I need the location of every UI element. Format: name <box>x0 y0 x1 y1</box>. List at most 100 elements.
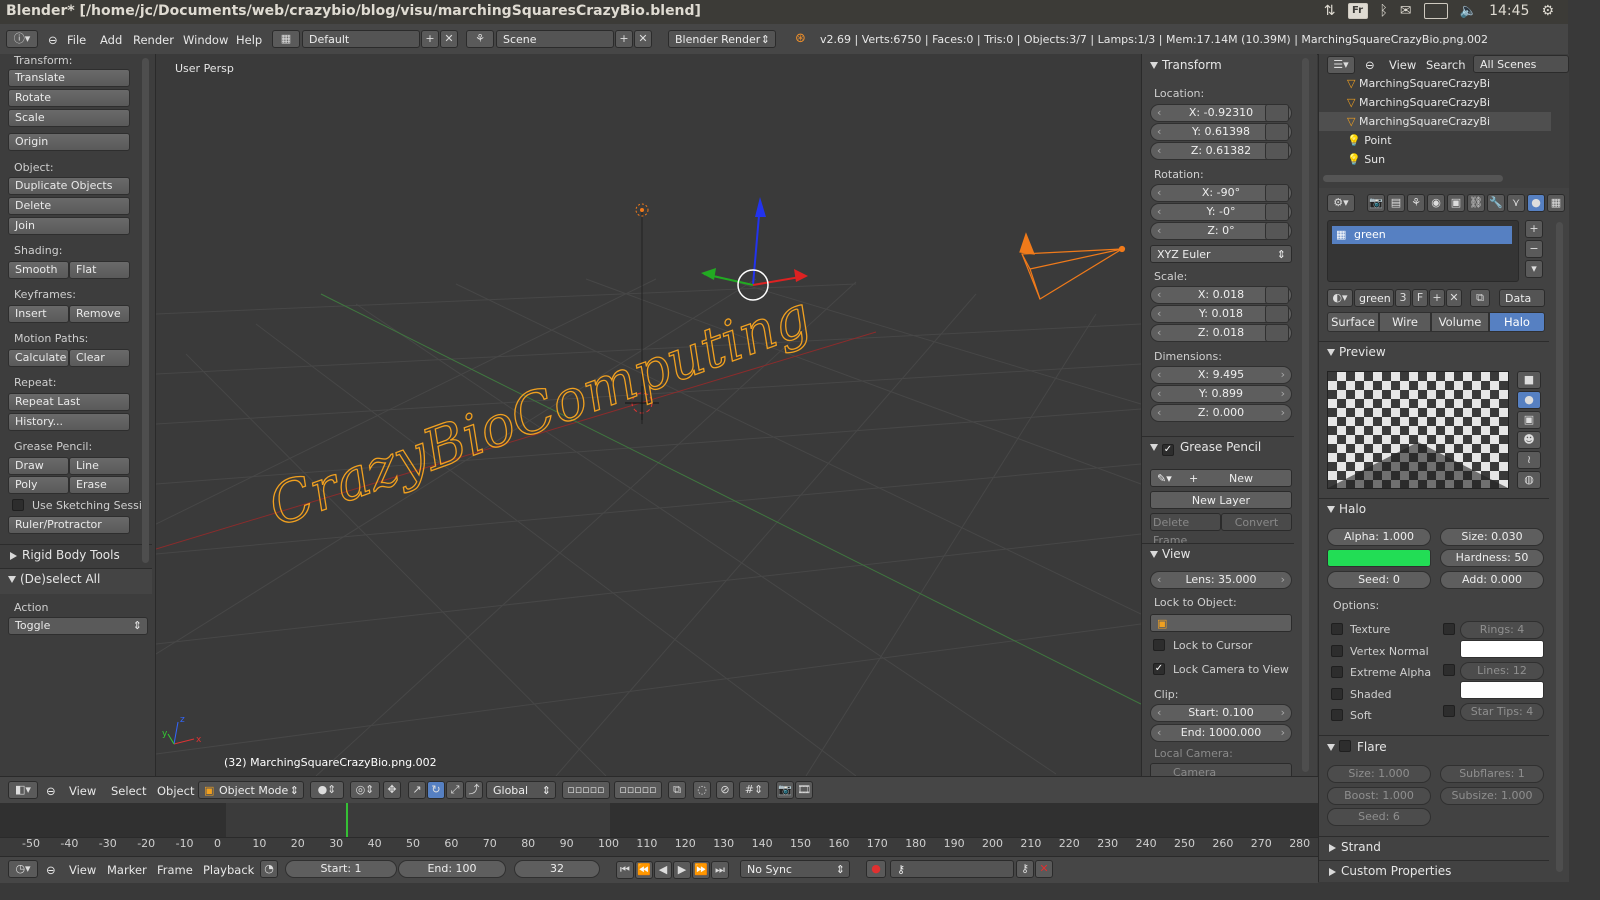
settings-gear-icon[interactable]: ⚙ <box>1541 3 1554 19</box>
preview-panel-header[interactable]: Preview <box>1319 341 1549 367</box>
proportional-editing-icon[interactable]: ◌ <box>693 781 711 799</box>
new-grease-pencil-button[interactable]: ✎▾ + New <box>1150 469 1292 487</box>
prev-keyframe-icon[interactable]: ⏪ <box>635 861 653 879</box>
delete-frame-button[interactable]: Delete Frame <box>1150 513 1221 547</box>
flare-checkbox[interactable] <box>1339 740 1351 752</box>
shaded-checkbox[interactable] <box>1331 688 1343 700</box>
lock-scale-x-button[interactable] <box>1265 286 1289 304</box>
material-users-count[interactable]: 3 <box>1395 289 1411 307</box>
deselect-all-panel[interactable]: (De)select All <box>0 568 152 594</box>
preview-range-icon[interactable]: ◔ <box>260 860 278 878</box>
translate-manipulator-icon[interactable]: ↗ <box>408 781 426 799</box>
new-material-icon[interactable]: + <box>1429 289 1445 307</box>
sphere-preview-icon[interactable]: ● <box>1517 391 1541 409</box>
tool-shelf-scrollbar[interactable] <box>142 58 149 563</box>
jump-end-icon[interactable]: ⏭ <box>711 861 729 879</box>
delete-button[interactable]: Delete <box>8 197 130 215</box>
scene-icon[interactable]: ⚘ <box>466 30 494 48</box>
grease-pencil-panel-header[interactable]: ✓ Grease Pencil <box>1142 436 1294 462</box>
properties-scrollbar[interactable] <box>1556 222 1563 872</box>
keyboard-layout-indicator[interactable]: Fr <box>1347 3 1368 19</box>
smooth-button[interactable]: Smooth <box>8 261 69 279</box>
data-tab-icon[interactable]: ⋎ <box>1507 194 1525 212</box>
collapse-menu-icon[interactable]: ⊖ <box>46 784 56 798</box>
object-tab-icon[interactable]: ▣ <box>1447 194 1465 212</box>
insert-keyframe-icon[interactable]: ⚷ <box>1016 860 1034 878</box>
delete-screen-button[interactable]: ✕ <box>440 30 458 48</box>
menu-file[interactable]: File <box>67 33 86 47</box>
lock-scale-z-button[interactable] <box>1265 324 1289 342</box>
menu-window[interactable]: Window <box>183 33 228 47</box>
camera-object-icon[interactable] <box>1019 232 1126 300</box>
rotation-mode-select[interactable]: XYZ Euler ⇕ <box>1150 245 1292 263</box>
timeline[interactable] <box>0 803 1318 856</box>
clear-button[interactable]: Clear <box>69 349 130 367</box>
scene-layers-grid-b[interactable]: ▫▫▫▫▫ <box>614 781 662 799</box>
volume-icon[interactable]: 🔈 <box>1460 3 1477 19</box>
draw-button[interactable]: Draw <box>8 457 69 475</box>
current-frame-marker[interactable] <box>346 803 348 837</box>
halo-size-field[interactable]: Size: 0.030 <box>1440 528 1544 546</box>
origin-button[interactable]: Origin <box>8 133 130 151</box>
lock-rotation-z-button[interactable] <box>1265 222 1289 240</box>
lines-field[interactable]: Lines: 12 <box>1460 662 1544 680</box>
halo-color-swatch[interactable] <box>1327 549 1431 567</box>
outliner-row[interactable]: 💡 Point <box>1319 131 1551 150</box>
unlink-material-icon[interactable]: ✕ <box>1446 289 1462 307</box>
view-panel-header[interactable]: View <box>1142 543 1294 569</box>
lock-to-object-field[interactable]: ▣ <box>1150 614 1292 632</box>
dimensions-z-field[interactable]: Z: 0.000 <box>1150 404 1292 422</box>
playback-menu[interactable]: Playback <box>203 863 254 877</box>
menu-add[interactable]: Add <box>100 33 122 47</box>
halo-hardness-field[interactable]: Hardness: 50 <box>1440 549 1544 567</box>
play-reverse-icon[interactable]: ◀ <box>654 861 672 879</box>
snap-toggle-icon[interactable]: ⊘ <box>716 781 734 799</box>
action-select[interactable]: Toggle ⇕ <box>8 617 148 635</box>
clock[interactable]: 14:45 <box>1489 3 1529 19</box>
scale-manipulator-icon[interactable]: ⤢ <box>446 781 464 799</box>
transform-panel-header[interactable]: Transform <box>1142 58 1294 80</box>
flare-size-field[interactable]: Size: 1.000 <box>1327 765 1431 783</box>
lock-to-cursor-checkbox[interactable] <box>1153 639 1165 651</box>
end-frame-field[interactable]: End: 100 <box>398 860 506 878</box>
opengl-render-icon[interactable]: 📷 <box>776 781 794 799</box>
collapse-menu-icon[interactable]: ⊖ <box>48 33 58 47</box>
menu-render[interactable]: Render <box>133 33 174 47</box>
outliner-search-menu[interactable]: Search <box>1426 58 1466 72</box>
subsize-field[interactable]: Subsize: 1.000 <box>1440 787 1544 805</box>
custom-properties-panel-header[interactable]: Custom Properties <box>1319 860 1549 886</box>
world-tab-icon[interactable]: ◉ <box>1427 194 1445 212</box>
tab-surface[interactable]: Surface <box>1327 312 1379 332</box>
rotate-manipulator-icon[interactable]: ↻ <box>427 781 445 799</box>
tab-wire[interactable]: Wire <box>1379 312 1431 332</box>
modifiers-tab-icon[interactable]: 🔧 <box>1487 194 1505 212</box>
lines-checkbox[interactable] <box>1443 664 1455 676</box>
delete-scene-button[interactable]: ✕ <box>634 30 652 48</box>
texture-tab-icon[interactable]: ▦ <box>1547 194 1565 212</box>
frame-menu[interactable]: Frame <box>157 863 193 877</box>
play-icon[interactable]: ▶ <box>673 861 691 879</box>
scene-field[interactable]: Scene <box>496 30 614 48</box>
lines-color-swatch[interactable] <box>1460 681 1544 699</box>
3d-view-editor-type-icon[interactable]: ◧▾ <box>8 781 38 799</box>
lock-rotation-y-button[interactable] <box>1265 203 1289 221</box>
lock-location-x-button[interactable] <box>1265 104 1289 122</box>
3d-viewport[interactable]: User Persp CrazyBioComputing x z y (32) … <box>156 54 1141 776</box>
object-menu[interactable]: Object <box>157 784 194 798</box>
boost-field[interactable]: Boost: 1.000 <box>1327 787 1431 805</box>
transform-orientation-select[interactable]: Global ⇕ <box>486 781 556 799</box>
mode-select[interactable]: ▣ Object Mode ⇕ <box>198 781 304 799</box>
pivot-point-select[interactable]: ◎⇕ <box>350 781 380 799</box>
transform-icon[interactable]: ⤴ <box>465 781 483 799</box>
clip-end-field[interactable]: End: 1000.000 <box>1150 724 1292 742</box>
strand-panel-header[interactable]: Strand <box>1319 836 1549 862</box>
material-name-field[interactable]: green <box>1354 289 1394 307</box>
repeat-last-button[interactable]: Repeat Last <box>8 393 130 411</box>
current-frame-field[interactable]: 32 <box>514 860 600 878</box>
material-slot-item[interactable]: ▦ green <box>1332 226 1512 244</box>
outliner-row[interactable]: ▽ MarchingSquareCrazyBi <box>1319 112 1551 131</box>
battery-icon[interactable] <box>1423 3 1448 19</box>
fake-user-button[interactable]: F <box>1412 289 1428 307</box>
outliner-row[interactable]: ▽ MarchingSquareCrazyBi <box>1319 74 1551 93</box>
lock-camera-checkbox[interactable]: ✓ <box>1153 663 1165 675</box>
